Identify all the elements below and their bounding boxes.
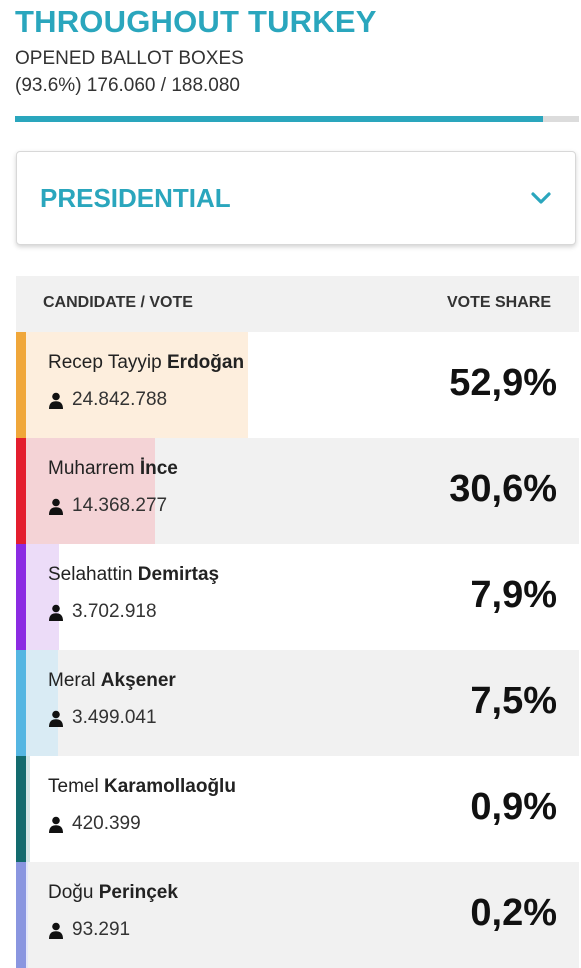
vote-share-bar — [26, 862, 28, 968]
candidate-first-name: Doğu — [48, 882, 94, 903]
table-row: Muharrem İnce 14.368.277 30,6% — [16, 438, 579, 544]
vote-share-value: 0,2% — [470, 892, 557, 934]
table-row: Meral Akşener 3.499.041 7,5% — [16, 650, 579, 756]
candidate-last-name: Demirtaş — [137, 564, 220, 585]
candidate-last-name: Akşener — [100, 670, 176, 691]
vote-share-value: 52,9% — [449, 362, 557, 404]
chevron-down-icon[interactable] — [529, 186, 553, 210]
vote-count: 3.499.041 — [72, 707, 157, 728]
opened-ballot-boxes-label: OPENED BALLOT BOXES — [15, 48, 244, 69]
vote-share-bar — [26, 438, 155, 544]
candidate-last-name: İnce — [139, 458, 178, 479]
candidate-color-bar — [16, 544, 26, 650]
candidate-first-name: Recep Tayyip — [48, 352, 162, 373]
candidate-name: Doğu Perinçek — [48, 882, 178, 904]
results-table: CANDIDATE / VOTE VOTE SHARE Recep Tayyip… — [16, 276, 579, 968]
candidate-first-name: Meral — [48, 670, 96, 691]
candidate-color-bar — [16, 862, 26, 968]
candidate-last-name: Erdoğan — [167, 352, 245, 373]
candidate-first-name: Muharrem — [48, 458, 135, 479]
vote-share-value: 7,5% — [470, 680, 557, 722]
person-icon — [49, 922, 63, 939]
vote-share-bar — [26, 756, 30, 862]
candidate-votes: 14.368.277 — [48, 495, 167, 517]
ballot-progress-bar — [15, 116, 579, 122]
results-rows: Recep Tayyip Erdoğan 24.842.788 52,9% Muhar… — [16, 332, 579, 968]
results-table-header: CANDIDATE / VOTE VOTE SHARE — [16, 276, 579, 332]
candidate-votes: 420.399 — [48, 813, 141, 835]
candidate-votes: 3.702.918 — [48, 601, 157, 623]
page-title: THROUGHOUT TURKEY — [15, 4, 377, 39]
vote-count: 3.702.918 — [72, 601, 157, 622]
table-row: Selahattin Demirtaş 3.702.918 7,9% — [16, 544, 579, 650]
election-type-selected: PRESIDENTIAL — [40, 183, 231, 213]
vote-share-bar — [26, 650, 58, 756]
vote-share-value: 30,6% — [449, 468, 557, 510]
candidate-name: Selahattin Demirtaş — [48, 564, 219, 586]
vote-share-value: 7,9% — [470, 574, 557, 616]
person-icon — [49, 710, 63, 727]
candidate-first-name: Temel — [48, 776, 99, 797]
table-row: Recep Tayyip Erdoğan 24.842.788 52,9% — [16, 332, 579, 438]
vote-share-bar — [26, 332, 249, 438]
person-icon — [49, 816, 63, 833]
person-icon — [49, 498, 63, 515]
vote-count: 24.842.788 — [72, 389, 168, 410]
candidate-name: Muharrem İnce — [48, 458, 178, 480]
vote-count: 420.399 — [72, 813, 141, 834]
candidate-color-bar — [16, 332, 26, 438]
ballot-progress-fill — [15, 116, 543, 122]
candidate-color-bar — [16, 438, 26, 544]
election-type-dropdown[interactable]: PRESIDENTIAL — [16, 151, 576, 245]
candidate-name: Temel Karamollaoğlu — [48, 776, 236, 798]
candidate-name: Meral Akşener — [48, 670, 176, 692]
table-row: Temel Karamollaoğlu 420.399 0,9% — [16, 756, 579, 862]
candidate-color-bar — [16, 650, 26, 756]
vote-count: 93.291 — [72, 919, 131, 940]
table-row: Doğu Perinçek 93.291 0,2% — [16, 862, 579, 968]
vote-count: 14.368.277 — [72, 495, 168, 516]
candidate-first-name: Selahattin — [48, 564, 133, 585]
candidate-votes: 93.291 — [48, 919, 130, 941]
candidate-votes: 24.842.788 — [48, 389, 167, 411]
candidate-votes: 3.499.041 — [48, 707, 157, 729]
vote-share-bar — [26, 544, 60, 650]
person-icon — [49, 392, 63, 409]
vote-share-value: 0,9% — [470, 786, 557, 828]
person-icon — [49, 604, 63, 621]
candidate-last-name: Perinçek — [98, 882, 178, 903]
ballot-box-counts: (93.6%) 176.060 / 188.080 — [15, 75, 241, 96]
candidate-name: Recep Tayyip Erdoğan — [48, 352, 244, 374]
candidate-last-name: Karamollaoğlu — [103, 776, 236, 797]
candidate-color-bar — [16, 756, 26, 862]
column-header-vote-share: VOTE SHARE — [446, 294, 551, 311]
column-header-candidate: CANDIDATE / VOTE — [43, 294, 193, 311]
